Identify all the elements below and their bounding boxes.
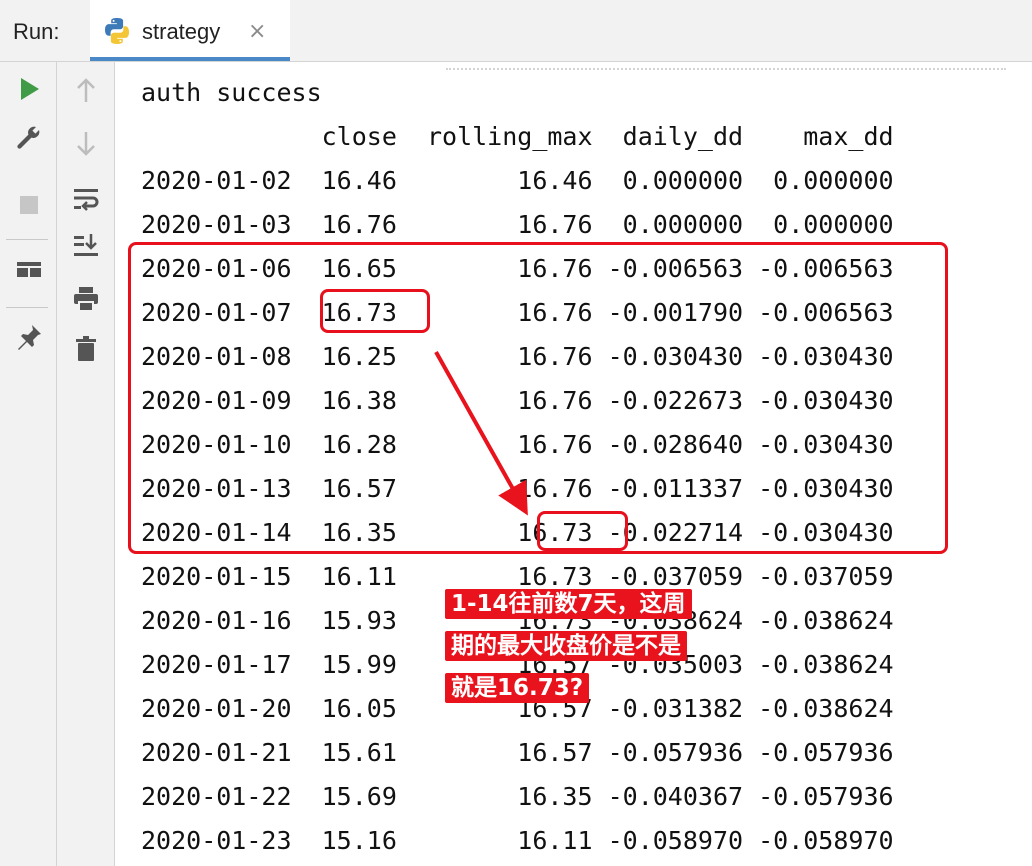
annotation-line-2: 期的最大收盘价是不是 (445, 631, 687, 661)
annotation-line-3: 就是16.73? (445, 673, 590, 703)
annotation-note: 1-14往前数7天，这周 期的最大收盘价是不是 就是16.73? (445, 583, 745, 709)
annotation-arrow (434, 351, 528, 516)
annotation-line-1: 1-14往前数7天，这周 (445, 589, 692, 619)
